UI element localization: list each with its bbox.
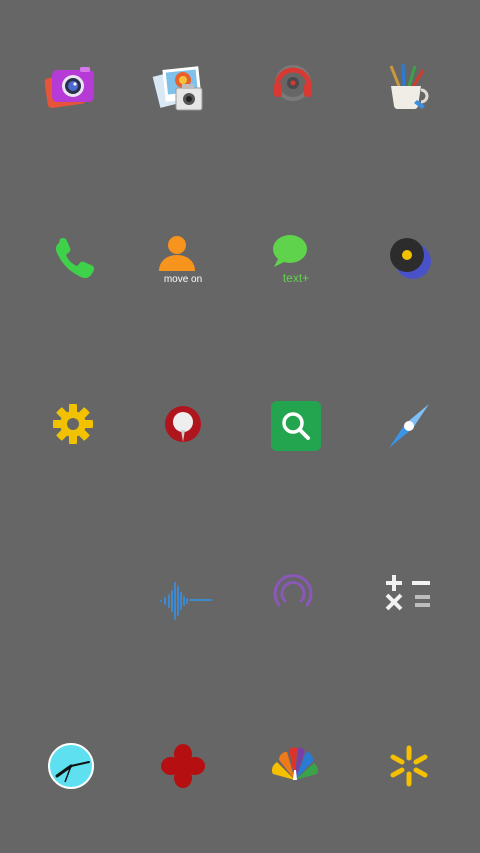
camera-icon [44,67,94,108]
app-grid: move on text+ [0,0,480,853]
map-pin-icon [165,406,201,442]
app-art-brushes[interactable] [372,53,442,123]
app-maps[interactable] [148,391,218,461]
app-settings[interactable] [38,389,108,459]
music-disc-icon [390,238,431,279]
app-podcast[interactable] [258,556,328,626]
contacts-move-on-icon: move on [159,236,202,285]
clock-icon [48,743,94,789]
messages-text-plus-icon: text+ [273,235,309,285]
paint-brushes-cup-icon [389,63,429,110]
calculator-icon [385,575,430,611]
podcast-signal-icon [273,574,313,607]
app-camera[interactable] [35,53,105,123]
blank-app-icon [43,565,103,625]
app-gallery[interactable] [145,53,215,123]
app-contacts[interactable]: move on [145,222,215,292]
home-screen: move on text+ [0,0,480,853]
search-icon [271,401,321,451]
app-messages[interactable]: text+ [260,222,330,292]
contacts-caption: move on [164,274,202,285]
app-red-flower[interactable] [148,731,218,801]
red-flower-icon [161,744,205,788]
app-peacock[interactable] [260,729,330,799]
app-compass[interactable] [374,391,444,461]
app-voice-recorder[interactable] [148,560,218,630]
app-clock[interactable] [36,731,106,801]
app-phone[interactable] [37,220,107,290]
app-music-headphones[interactable] [258,48,328,118]
app-sunburst[interactable] [374,731,444,801]
sound-wave-icon [160,582,212,620]
settings-gear-icon [53,404,93,444]
headphones-icon [274,65,312,101]
app-calculator[interactable] [372,558,442,628]
photo-gallery-icon [152,66,203,111]
phone-icon [55,237,95,279]
app-music-player[interactable] [372,220,442,290]
compass-icon [389,404,429,448]
sunburst-icon [390,745,428,787]
app-search[interactable] [261,391,331,461]
app-blank[interactable] [38,560,108,630]
peacock-icon [271,747,318,780]
messages-caption: text+ [283,271,309,285]
